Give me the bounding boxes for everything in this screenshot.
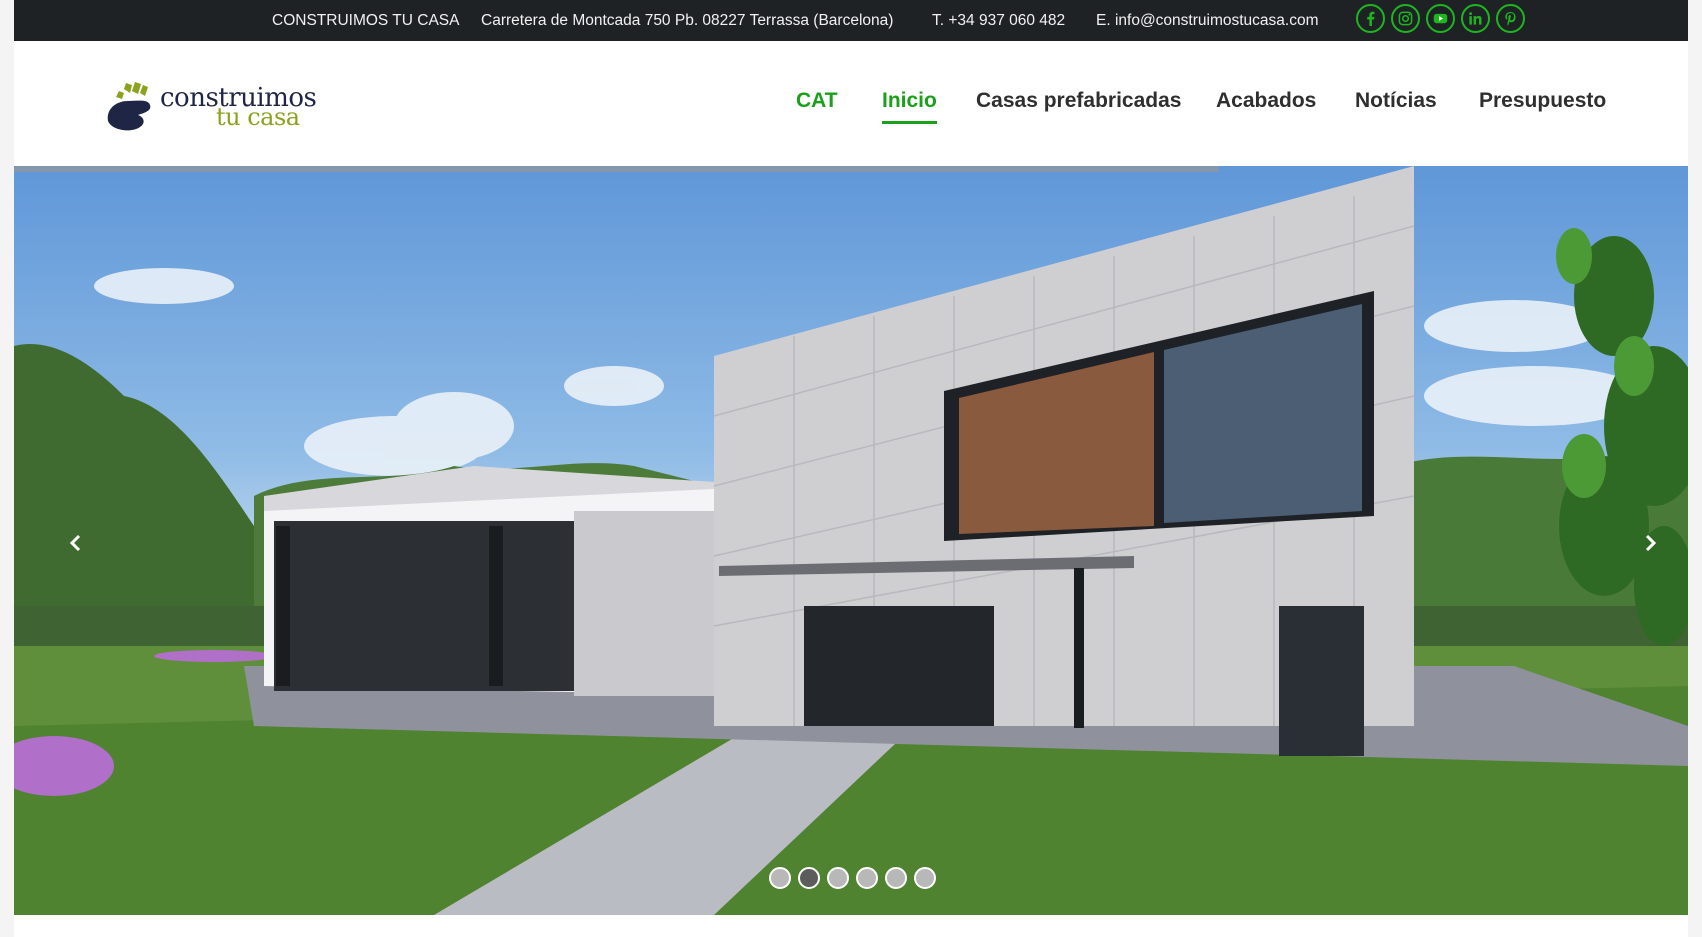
slider-dot-4[interactable] <box>856 867 878 889</box>
nav-item-inicio-label: Inicio <box>882 89 937 112</box>
linkedin-icon[interactable] <box>1461 4 1490 33</box>
chevron-left-icon <box>69 534 81 552</box>
slide-image-house <box>14 166 1688 915</box>
top-bar: CONSTRUIMOS TU CASA Carretera de Montcad… <box>14 0 1688 41</box>
nav-item-acabados[interactable]: Acabados <box>1216 89 1316 113</box>
nav-item-presupuesto[interactable]: Presupuesto <box>1479 89 1606 113</box>
company-name: CONSTRUIMOS TU CASA <box>272 11 460 29</box>
nav-item-inicio[interactable]: Inicio <box>882 89 937 124</box>
nav-item-casas-prefabricadas[interactable]: Casas prefabricadas <box>976 89 1181 113</box>
email[interactable]: E. info@construimostucasa.com <box>1096 0 1319 41</box>
instagram-icon[interactable] <box>1391 4 1420 33</box>
page: CONSTRUIMOS TU CASA Carretera de Montcad… <box>14 0 1688 937</box>
chevron-right-icon <box>1645 534 1657 552</box>
nav-item-noticias[interactable]: Notícias <box>1355 89 1437 113</box>
active-nav-underline <box>882 121 937 124</box>
nav-item-cat[interactable]: CAT <box>796 89 838 113</box>
logo-text-tu-casa: tu casa <box>216 103 300 131</box>
address: Carretera de Montcada 750 Pb. 08227 Terr… <box>481 11 894 29</box>
youtube-icon[interactable] <box>1426 4 1455 33</box>
slider-dot-3[interactable] <box>827 867 849 889</box>
slider-progress-bar <box>14 166 1220 172</box>
pinterest-icon[interactable] <box>1496 4 1525 33</box>
slider-pagination <box>769 867 936 889</box>
slider-dot-6[interactable] <box>914 867 936 889</box>
social-links <box>1356 4 1525 33</box>
site-header: construimos tu casa CAT Inicio Casas pre… <box>14 41 1688 166</box>
slider-prev-button[interactable] <box>56 523 96 563</box>
logo[interactable]: construimos tu casa <box>104 79 334 133</box>
slider-next-button[interactable] <box>1630 523 1670 563</box>
phone[interactable]: T. +34 937 060 482 <box>932 0 1065 41</box>
slider-dot-5[interactable] <box>885 867 907 889</box>
facebook-icon[interactable] <box>1356 4 1385 33</box>
logo-mark <box>107 82 151 131</box>
hero-slider[interactable] <box>14 166 1688 915</box>
slider-dot-1[interactable] <box>769 867 791 889</box>
slider-dot-2[interactable] <box>798 867 820 889</box>
